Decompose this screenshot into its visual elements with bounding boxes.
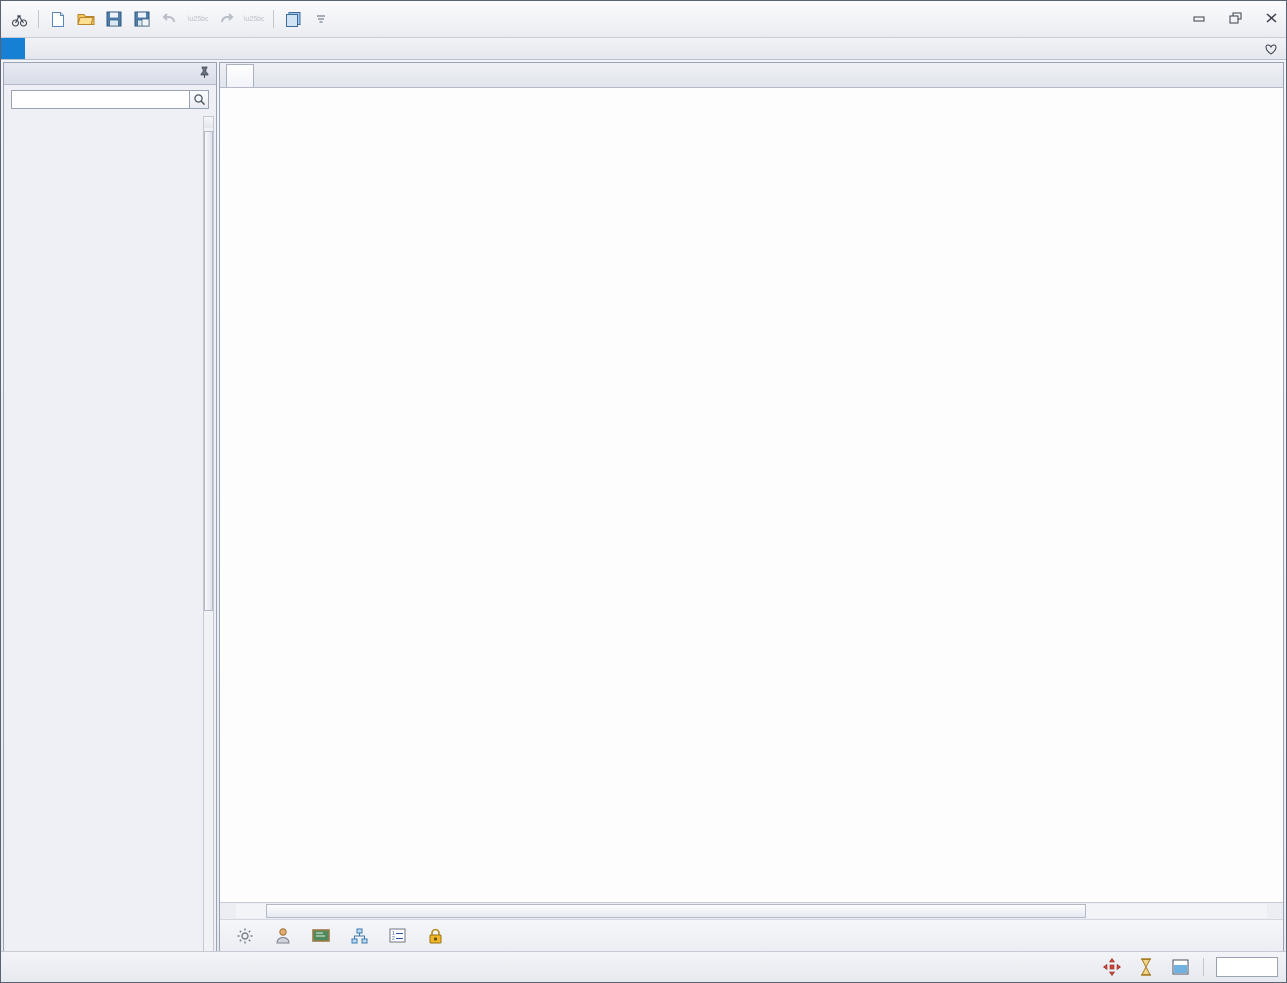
connector-links (220, 88, 520, 238)
diagram-canvas[interactable] (220, 88, 1283, 902)
lock-icon[interactable] (424, 925, 446, 947)
sitemap-icon[interactable] (348, 925, 370, 947)
profile-icon[interactable] (272, 925, 294, 947)
open-folder-icon[interactable] (73, 6, 99, 32)
customize-dropdown-icon[interactable] (308, 6, 334, 32)
toolbar-separator-2 (273, 10, 274, 28)
app-logo-icon[interactable] (6, 6, 32, 32)
window-controls (1188, 9, 1282, 27)
canvas-bottom-toolbar: 12 (220, 919, 1283, 951)
title-bar: \u25bc \u25bc (1, 1, 1286, 38)
document-area: 12 (219, 62, 1284, 980)
canvas-horizontal-scrollbar[interactable] (220, 902, 1283, 919)
application-window: \u25bc \u25bc 1 2 (0, 0, 1287, 983)
quick-access-toolbar: \u25bc \u25bc (1, 6, 334, 32)
toolbox-panel (3, 62, 217, 980)
tab-advanced-editor[interactable] (49, 38, 73, 59)
status-separator (1203, 958, 1204, 976)
zoom-level-selector[interactable] (1216, 957, 1278, 977)
new-file-icon[interactable] (45, 6, 71, 32)
search-icon[interactable] (189, 90, 209, 109)
list-icon[interactable]: 12 (386, 925, 408, 947)
redo-dropdown-icon[interactable]: \u25bc (241, 6, 267, 32)
svg-text:2: 2 (392, 936, 395, 942)
scroll-thumb[interactable] (204, 131, 213, 611)
hourglass-icon (1135, 956, 1157, 978)
undo-dropdown-icon[interactable]: \u25bc (185, 6, 211, 32)
save-icon[interactable] (101, 6, 127, 32)
document-tab-bar (220, 63, 1283, 88)
document-tab-nav (1269, 83, 1283, 87)
status-bar (1, 951, 1286, 982)
hscroll-thumb[interactable] (266, 904, 1086, 918)
close-button[interactable] (1260, 9, 1282, 27)
toolbox-header (4, 63, 216, 85)
ribbon-favorite-button[interactable] (1264, 38, 1286, 59)
minimize-button[interactable] (1188, 9, 1210, 27)
diagram-canvas-wrapper[interactable] (220, 88, 1283, 902)
project-icon[interactable] (280, 6, 306, 32)
restore-button[interactable] (1224, 9, 1246, 27)
toolbar-separator (38, 10, 39, 28)
search-input[interactable] (11, 90, 189, 109)
document-tab-gfv2[interactable] (226, 64, 254, 87)
toolbox-search-row (4, 85, 216, 113)
ribbon-tab-bar (1, 38, 1286, 60)
pin-icon[interactable] (199, 66, 210, 82)
scroll-up-arrow[interactable] (204, 117, 213, 128)
overview-icon[interactable] (1169, 956, 1191, 978)
toolbox-scrollbar[interactable] (203, 116, 214, 976)
tab-start[interactable] (1, 38, 25, 59)
redo-icon[interactable] (213, 6, 239, 32)
tab-record-debug[interactable] (25, 38, 49, 59)
save-as-icon[interactable] (129, 6, 155, 32)
gear-icon[interactable] (234, 925, 256, 947)
blackboard-icon[interactable] (310, 925, 332, 947)
undo-icon[interactable] (157, 6, 183, 32)
fit-to-screen-icon[interactable] (1101, 956, 1123, 978)
toolbox-list (4, 113, 216, 979)
